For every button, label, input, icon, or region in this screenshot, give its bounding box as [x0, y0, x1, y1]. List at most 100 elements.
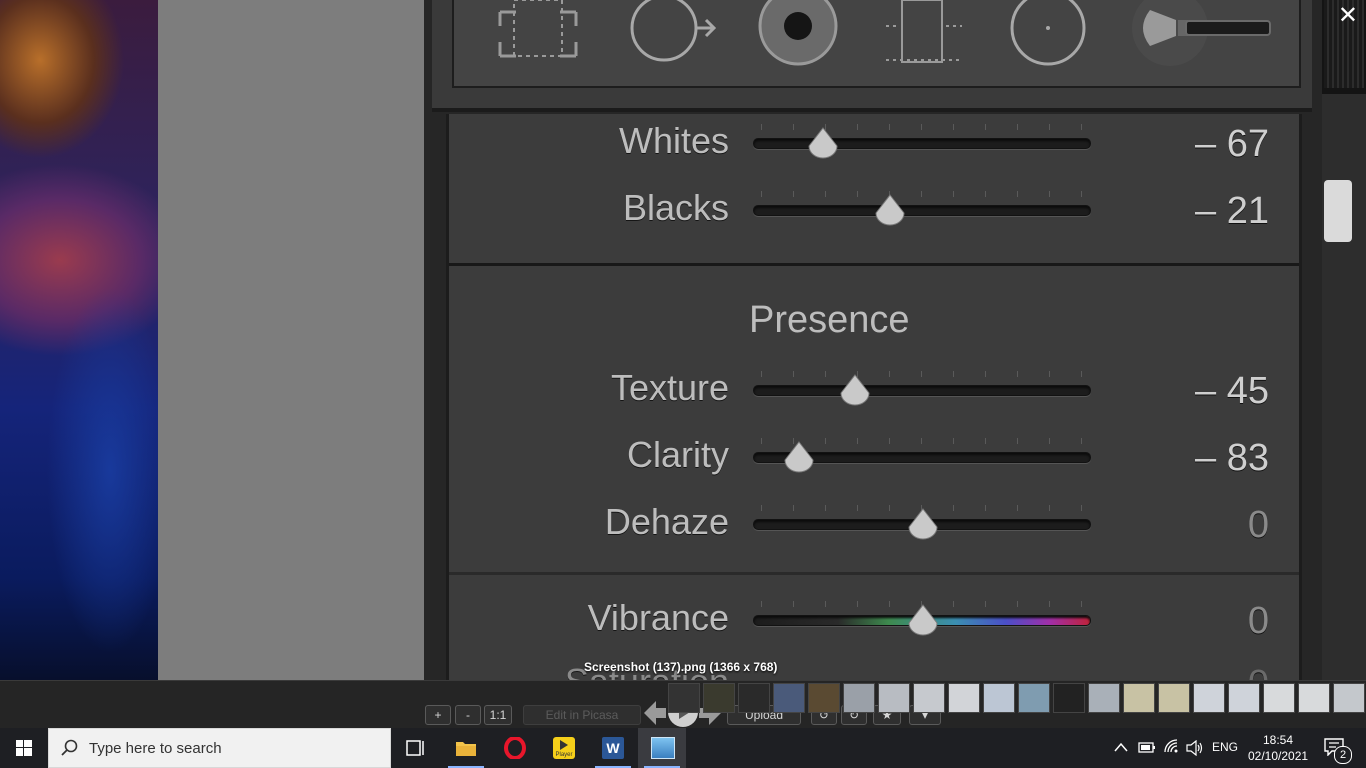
slider-tick-marks: [753, 371, 1093, 377]
close-viewer-button[interactable]: ✕: [1338, 2, 1358, 30]
texture-slider-thumb[interactable]: [838, 373, 872, 407]
slider-tick: [793, 124, 794, 130]
scrollbar-track[interactable]: [1322, 94, 1366, 680]
red-eye-correction-icon[interactable]: [756, 0, 842, 70]
spot-removal-icon[interactable]: [626, 0, 726, 70]
file-explorer-button[interactable]: [442, 728, 490, 768]
filmstrip-thumbnail[interactable]: [1018, 683, 1050, 713]
filmstrip-thumbnail[interactable]: [1053, 683, 1085, 713]
slider-tick: [1049, 371, 1050, 377]
show-hidden-icons-chevron-icon[interactable]: [1114, 742, 1128, 752]
volume-icon[interactable]: [1186, 740, 1204, 756]
slider-tick: [1081, 438, 1082, 444]
opera-browser-button[interactable]: [491, 728, 539, 768]
slider-tick: [921, 191, 922, 197]
vibrance-value[interactable]: 0: [1139, 601, 1269, 641]
filmstrip-thumbnail[interactable]: [1193, 683, 1225, 713]
screenshot-scrollbar: [1322, 0, 1366, 680]
slider-tick: [793, 601, 794, 607]
blacks-label: Blacks: [622, 187, 729, 228]
slider-tick: [921, 438, 922, 444]
slider-tick: [825, 601, 826, 607]
filmstrip-thumbnail[interactable]: [843, 683, 875, 713]
filmstrip-thumbnail[interactable]: [738, 683, 770, 713]
slider-tick: [1017, 124, 1018, 130]
slider-tick: [825, 505, 826, 511]
slider-tick: [793, 191, 794, 197]
action-center-button[interactable]: 2: [1316, 728, 1360, 768]
zoom-out-button[interactable]: -: [455, 705, 481, 725]
filmstrip-thumbnail[interactable]: [913, 683, 945, 713]
wifi-icon[interactable]: [1163, 738, 1181, 756]
slider-tick: [1049, 601, 1050, 607]
zoom-in-button[interactable]: +: [425, 705, 451, 725]
filmstrip-thumbnail[interactable]: [983, 683, 1015, 713]
graduated-filter-icon[interactable]: [884, 0, 964, 70]
crop-overlay-icon[interactable]: [492, 0, 584, 70]
presence-section-title[interactable]: Presence: [749, 299, 910, 341]
input-language[interactable]: ENG: [1212, 740, 1238, 754]
battery-icon[interactable]: [1138, 740, 1156, 754]
slider-tick: [953, 438, 954, 444]
filmstrip-thumbnail[interactable]: [1228, 683, 1260, 713]
windows-start-icon[interactable]: [0, 728, 48, 768]
background-photo-preview: [0, 0, 158, 680]
blacks-slider-thumb[interactable]: [873, 193, 907, 227]
filmstrip-thumbnail[interactable]: [1088, 683, 1120, 713]
texture-label: Texture: [610, 367, 729, 408]
filmstrip-thumbnail[interactable]: [1123, 683, 1155, 713]
slider-tick: [1049, 438, 1050, 444]
whites-slider-thumb[interactable]: [806, 126, 840, 160]
player-app-button[interactable]: Player: [540, 728, 588, 768]
slider-tick: [825, 438, 826, 444]
task-view-button[interactable]: [392, 728, 440, 768]
filmstrip-thumbnail[interactable]: [878, 683, 910, 713]
whites-slider-track[interactable]: [753, 138, 1091, 149]
slider-tick: [889, 371, 890, 377]
filmstrip-thumbnail[interactable]: [808, 683, 840, 713]
taskbar-search-box[interactable]: Type here to search: [48, 728, 391, 768]
filmstrip-thumbnail[interactable]: [773, 683, 805, 713]
slider-tick: [985, 191, 986, 197]
blacks-value[interactable]: – 21: [1139, 191, 1269, 231]
dehaze-value[interactable]: 0: [1139, 505, 1269, 545]
slider-tick: [921, 124, 922, 130]
slider-tick: [1081, 601, 1082, 607]
scrollbar-thumb[interactable]: [1324, 180, 1352, 242]
filmstrip-thumbnail[interactable]: [1298, 683, 1330, 713]
filmstrip-thumbnail[interactable]: [948, 683, 980, 713]
saturation-value[interactable]: 0: [1139, 664, 1269, 680]
clock-time: 18:54: [1262, 733, 1294, 747]
edit-in-picasa-button[interactable]: Edit in Picasa: [523, 705, 641, 725]
photo-viewer-app-button[interactable]: [638, 728, 686, 768]
actual-size-button[interactable]: 1:1: [484, 705, 512, 725]
slider-tick: [1049, 124, 1050, 130]
windows-taskbar: Type here to search Player W ENG 18:54 0…: [0, 728, 1366, 768]
dehaze-slider-thumb[interactable]: [906, 507, 940, 541]
filmstrip-thumbnail[interactable]: [703, 683, 735, 713]
lightroom-screenshot: Whites – 67 Blacks – 21 Presence Texture…: [424, 0, 1322, 680]
clock[interactable]: 18:54 02/10/2021: [1248, 732, 1308, 764]
vibrance-slider-thumb[interactable]: [906, 603, 940, 637]
previous-arrow-icon[interactable]: [642, 699, 668, 727]
tool-strip-inner: [452, 0, 1301, 88]
slider-tick: [761, 601, 762, 607]
word-app-button[interactable]: W: [589, 728, 637, 768]
whites-label: Whites: [618, 120, 729, 161]
slider-tick: [889, 438, 890, 444]
blacks-slider-track[interactable]: [753, 205, 1091, 216]
filmstrip-thumbnail[interactable]: [1158, 683, 1190, 713]
clarity-value[interactable]: – 83: [1139, 438, 1269, 478]
clarity-slider-thumb[interactable]: [782, 440, 816, 474]
adjustment-brush-icon[interactable]: [1126, 0, 1276, 70]
search-placeholder: Type here to search: [89, 740, 222, 757]
texture-value[interactable]: – 45: [1139, 371, 1269, 411]
radial-filter-icon[interactable]: [1006, 0, 1090, 70]
filmstrip-thumbnail[interactable]: [668, 683, 700, 713]
slider-tick: [1049, 191, 1050, 197]
whites-value[interactable]: – 67: [1139, 124, 1269, 164]
filmstrip-thumbnail[interactable]: [1333, 683, 1365, 713]
section-divider: [449, 572, 1299, 575]
texture-slider-track[interactable]: [753, 385, 1091, 396]
filmstrip-thumbnail[interactable]: [1263, 683, 1295, 713]
